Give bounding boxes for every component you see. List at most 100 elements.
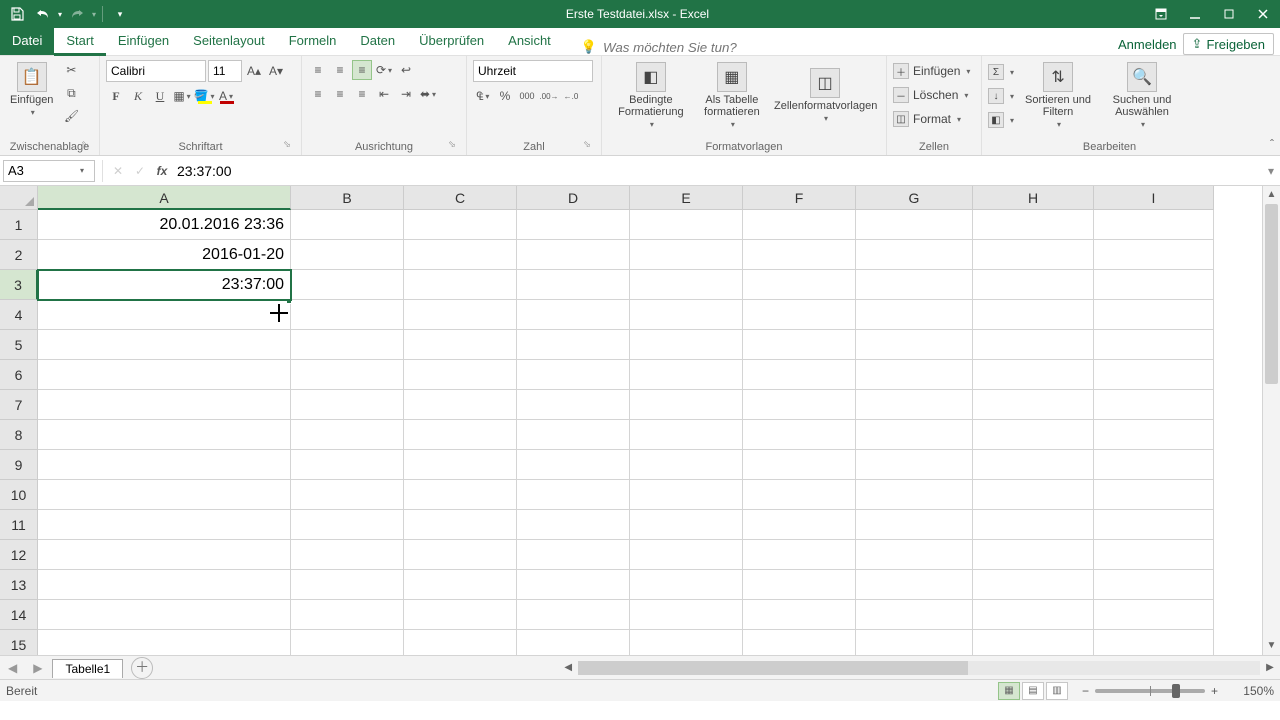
- cell[interactable]: [404, 480, 517, 510]
- align-right-icon[interactable]: ≡: [352, 84, 372, 104]
- cell[interactable]: [973, 540, 1094, 570]
- name-box-input[interactable]: [8, 163, 78, 178]
- delete-cells-button[interactable]: －Löschen▾: [893, 84, 970, 106]
- cell[interactable]: [743, 300, 856, 330]
- cell[interactable]: [291, 360, 404, 390]
- cell[interactable]: [38, 600, 291, 630]
- tell-me-search[interactable]: 💡: [563, 39, 1118, 55]
- close-icon[interactable]: [1246, 0, 1280, 28]
- cell[interactable]: [973, 390, 1094, 420]
- column-header[interactable]: F: [743, 186, 856, 210]
- comma-format-icon[interactable]: 000: [517, 86, 537, 106]
- cell[interactable]: [630, 270, 743, 300]
- cell[interactable]: [404, 390, 517, 420]
- cell[interactable]: [404, 630, 517, 655]
- cell[interactable]: [743, 240, 856, 270]
- normal-view-icon[interactable]: ▦: [998, 682, 1020, 700]
- cell[interactable]: [1094, 270, 1214, 300]
- cell[interactable]: [1094, 300, 1214, 330]
- decrease-font-icon[interactable]: A▾: [266, 61, 286, 81]
- cell[interactable]: [630, 630, 743, 655]
- align-top-icon[interactable]: ≡: [308, 60, 328, 80]
- cell[interactable]: [630, 600, 743, 630]
- align-left-icon[interactable]: ≡: [308, 84, 328, 104]
- row-header[interactable]: 7: [0, 390, 38, 420]
- cell[interactable]: [38, 330, 291, 360]
- zoom-out-button[interactable]: −: [1076, 684, 1095, 698]
- cell[interactable]: [404, 210, 517, 240]
- cell[interactable]: [743, 390, 856, 420]
- cell[interactable]: [1094, 450, 1214, 480]
- cell[interactable]: [973, 300, 1094, 330]
- cell[interactable]: [856, 570, 973, 600]
- cell[interactable]: [630, 210, 743, 240]
- cell[interactable]: [743, 480, 856, 510]
- column-header[interactable]: G: [856, 186, 973, 210]
- cell[interactable]: [856, 600, 973, 630]
- wrap-text-icon[interactable]: ↩: [396, 60, 416, 80]
- sign-in-link[interactable]: Anmelden: [1118, 37, 1177, 52]
- scroll-up-icon[interactable]: ▲: [1263, 186, 1280, 204]
- decrease-indent-icon[interactable]: ⇤: [374, 84, 394, 104]
- cell[interactable]: [743, 330, 856, 360]
- tab-home[interactable]: Start: [54, 27, 105, 55]
- cell[interactable]: [743, 600, 856, 630]
- cell[interactable]: [404, 570, 517, 600]
- cell[interactable]: [517, 300, 630, 330]
- cell[interactable]: [38, 540, 291, 570]
- row-header[interactable]: 1: [0, 210, 38, 240]
- column-header[interactable]: A: [38, 186, 291, 210]
- save-icon[interactable]: [6, 3, 28, 25]
- cell-styles-button[interactable]: ◫ Zellenformatvorlagen▾: [770, 66, 880, 126]
- cell[interactable]: [404, 600, 517, 630]
- tab-scroll-right-icon[interactable]: ▶: [25, 661, 50, 675]
- increase-decimal-icon[interactable]: .00→: [539, 86, 559, 106]
- underline-button[interactable]: U: [150, 86, 170, 106]
- cell[interactable]: [856, 480, 973, 510]
- cell[interactable]: [291, 600, 404, 630]
- tab-file[interactable]: Datei: [0, 27, 54, 55]
- cell[interactable]: [1094, 510, 1214, 540]
- cell[interactable]: [630, 330, 743, 360]
- cell[interactable]: [1094, 390, 1214, 420]
- cell[interactable]: [517, 360, 630, 390]
- cell[interactable]: [517, 210, 630, 240]
- cell[interactable]: [743, 420, 856, 450]
- cell[interactable]: [1094, 420, 1214, 450]
- row-header[interactable]: 11: [0, 510, 38, 540]
- cell[interactable]: [743, 270, 856, 300]
- cell[interactable]: [743, 510, 856, 540]
- cell[interactable]: [973, 360, 1094, 390]
- select-all-corner[interactable]: [0, 186, 38, 210]
- cell[interactable]: [38, 360, 291, 390]
- increase-indent-icon[interactable]: ⇥: [396, 84, 416, 104]
- number-format-combo[interactable]: [473, 60, 593, 82]
- row-header[interactable]: 14: [0, 600, 38, 630]
- cell[interactable]: [38, 390, 291, 420]
- cell[interactable]: [856, 210, 973, 240]
- font-color-icon[interactable]: A▾: [216, 86, 236, 106]
- cell[interactable]: [856, 270, 973, 300]
- cell[interactable]: [1094, 480, 1214, 510]
- cell[interactable]: [856, 540, 973, 570]
- cell[interactable]: [291, 390, 404, 420]
- cell[interactable]: [404, 240, 517, 270]
- cut-icon[interactable]: ✂: [61, 60, 81, 80]
- row-header[interactable]: 10: [0, 480, 38, 510]
- zoom-level[interactable]: 150%: [1224, 684, 1274, 698]
- cell[interactable]: [517, 570, 630, 600]
- cell[interactable]: [630, 420, 743, 450]
- cell[interactable]: [856, 360, 973, 390]
- cell[interactable]: [404, 450, 517, 480]
- cell[interactable]: [404, 300, 517, 330]
- cell[interactable]: [973, 240, 1094, 270]
- cell[interactable]: [743, 570, 856, 600]
- cell[interactable]: [630, 450, 743, 480]
- cell[interactable]: [517, 540, 630, 570]
- paste-button[interactable]: 📋 Einfügen ▾: [6, 60, 57, 120]
- font-dialog-launcher-icon[interactable]: ⬂: [281, 139, 293, 151]
- alignment-dialog-launcher-icon[interactable]: ⬂: [446, 139, 458, 151]
- zoom-in-button[interactable]: +: [1205, 684, 1224, 698]
- row-header[interactable]: 6: [0, 360, 38, 390]
- increase-font-icon[interactable]: A▴: [244, 61, 264, 81]
